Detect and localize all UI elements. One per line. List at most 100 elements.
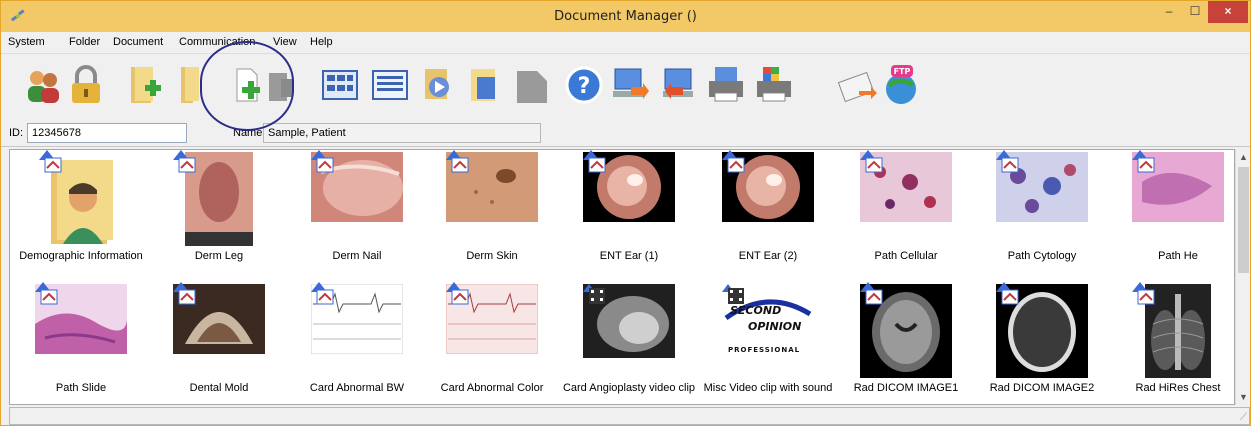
scroll-thumb[interactable] bbox=[1238, 167, 1249, 273]
image-badge-icon bbox=[992, 280, 1022, 306]
gray-shape-icon[interactable] bbox=[511, 63, 553, 107]
document-caption: Rad HiRes Chest bbox=[1135, 382, 1221, 394]
title-bar[interactable]: Document Manager () – ☐ × bbox=[1, 1, 1250, 32]
document-caption: Derm Skin bbox=[466, 250, 518, 262]
document-caption: Path He bbox=[1158, 250, 1198, 262]
document-caption: Card Angioplasty video clip bbox=[562, 382, 696, 394]
add-document-icon[interactable] bbox=[227, 63, 269, 107]
menu-bar: System Folder Document Communication Vie… bbox=[1, 32, 1250, 54]
name-label: Name: bbox=[233, 127, 266, 139]
document-item[interactable]: ENT Ear (2) bbox=[698, 150, 838, 270]
document-item[interactable]: Rad DICOM IMAGE1 bbox=[836, 282, 976, 402]
image-badge-icon bbox=[856, 280, 886, 306]
menu-folder[interactable]: Folder bbox=[69, 36, 100, 48]
image-badge-icon bbox=[442, 280, 472, 306]
document-caption: Path Slide bbox=[55, 382, 107, 394]
minimize-button[interactable]: – bbox=[1156, 1, 1182, 23]
image-badge-icon bbox=[442, 150, 472, 174]
menu-system[interactable]: System bbox=[8, 36, 45, 48]
document-item[interactable]: Card Abnormal Color bbox=[422, 282, 562, 402]
add-folder-icon[interactable] bbox=[125, 63, 167, 107]
document-item[interactable]: Card Angioplasty video clip bbox=[559, 282, 699, 402]
ftp-icon[interactable]: FTP bbox=[881, 63, 923, 107]
patient-name-field: Sample, Patient bbox=[263, 123, 541, 143]
document-caption: Misc Video clip with sound bbox=[703, 382, 833, 394]
document-item[interactable]: Demographic Information bbox=[11, 150, 151, 270]
image-badge-icon bbox=[1128, 280, 1158, 306]
document-caption: Derm Nail bbox=[332, 250, 382, 262]
document-item[interactable]: Derm Nail bbox=[287, 150, 427, 270]
document-item[interactable]: ENT Ear (1) bbox=[559, 150, 699, 270]
image-badge-icon bbox=[35, 150, 65, 174]
svg-text:?: ? bbox=[578, 74, 591, 99]
scroll-up-arrow[interactable]: ▲ bbox=[1236, 149, 1251, 165]
document-caption: Demographic Information bbox=[19, 250, 143, 262]
send-icon[interactable] bbox=[609, 63, 651, 107]
print-color-icon[interactable] bbox=[753, 63, 795, 107]
document-caption: Path Cellular bbox=[874, 250, 938, 262]
list-view-icon[interactable] bbox=[369, 63, 411, 107]
document-caption: Card Abnormal Color bbox=[440, 382, 544, 394]
document-gray-icon[interactable] bbox=[265, 63, 307, 107]
menu-help[interactable]: Help bbox=[310, 36, 333, 48]
svg-text:FTP: FTP bbox=[894, 67, 911, 76]
document-item[interactable]: Path Cellular bbox=[836, 150, 976, 270]
image-badge-icon bbox=[1128, 150, 1158, 174]
help-icon[interactable]: ? bbox=[563, 63, 605, 107]
close-button[interactable]: × bbox=[1208, 1, 1248, 23]
document-item[interactable]: Card Abnormal BW bbox=[287, 282, 427, 402]
window-title: Document Manager () bbox=[554, 9, 697, 24]
import-icon[interactable] bbox=[417, 63, 459, 107]
users-icon[interactable] bbox=[23, 63, 65, 107]
id-label: ID: bbox=[9, 127, 24, 139]
image-badge-icon bbox=[169, 280, 199, 306]
document-item[interactable]: Path Slide bbox=[11, 282, 151, 402]
scroll-down-arrow[interactable]: ▼ bbox=[1236, 389, 1251, 405]
resize-grip-icon[interactable]: ⟋ bbox=[1240, 412, 1247, 423]
document-item[interactable]: Rad HiRes Chest bbox=[1108, 280, 1234, 402]
document-caption: Card Abnormal BW bbox=[309, 382, 405, 394]
document-caption: Dental Mold bbox=[189, 382, 249, 394]
thumbnail-view-icon[interactable] bbox=[319, 63, 361, 107]
document-caption: ENT Ear (2) bbox=[738, 250, 798, 262]
document-caption: Rad DICOM IMAGE1 bbox=[853, 382, 959, 394]
document-caption: ENT Ear (1) bbox=[599, 250, 659, 262]
status-bar: ⟋ bbox=[9, 407, 1250, 425]
email-icon[interactable] bbox=[837, 63, 879, 107]
document-grid: Demographic Information Derm Leg Derm Nail… bbox=[9, 149, 1235, 405]
document-item[interactable]: Dental Mold bbox=[149, 282, 289, 402]
document-item[interactable]: Path Cytology bbox=[972, 150, 1112, 270]
document-caption: Path Cytology bbox=[1007, 250, 1077, 262]
folder-icon[interactable] bbox=[173, 63, 215, 107]
receive-icon[interactable] bbox=[657, 63, 699, 107]
maximize-button[interactable]: ☐ bbox=[1182, 1, 1208, 23]
video-badge-icon bbox=[579, 280, 609, 306]
image-badge-icon bbox=[307, 150, 337, 174]
menu-view[interactable]: View bbox=[273, 36, 297, 48]
image-badge-icon bbox=[992, 150, 1022, 174]
image-badge-icon bbox=[579, 150, 609, 174]
document-item[interactable]: Derm Leg bbox=[149, 150, 289, 270]
document-item[interactable]: Rad DICOM IMAGE2 bbox=[972, 282, 1112, 402]
patient-id-field[interactable]: 12345678 bbox=[27, 123, 187, 143]
document-manager-window: Document Manager () – ☐ × System Folder … bbox=[0, 0, 1251, 426]
document-item[interactable]: SECOND OPINION PROFESSIONAL Misc Video clip… bbox=[698, 282, 838, 402]
lock-icon[interactable] bbox=[65, 63, 107, 107]
toolbar: ? FTP bbox=[1, 55, 1250, 121]
document-item[interactable]: Derm Skin bbox=[422, 150, 562, 270]
image-badge-icon bbox=[718, 150, 748, 174]
image-badge-icon bbox=[31, 280, 61, 306]
menu-document[interactable]: Document bbox=[113, 36, 163, 48]
document-caption: Derm Leg bbox=[194, 250, 244, 262]
document-item[interactable]: Path He bbox=[1108, 150, 1234, 270]
print-icon[interactable] bbox=[705, 63, 747, 107]
export-icon[interactable] bbox=[463, 63, 505, 107]
image-badge-icon bbox=[856, 150, 886, 174]
image-badge-icon bbox=[307, 280, 337, 306]
vertical-scrollbar[interactable]: ▲ ▼ bbox=[1235, 149, 1250, 405]
svg-text:OPINION: OPINION bbox=[748, 320, 801, 333]
patient-bar: ID: 12345678 Name: Sample, Patient bbox=[1, 121, 1250, 147]
document-caption: Rad DICOM IMAGE2 bbox=[989, 382, 1095, 394]
menu-communication[interactable]: Communication bbox=[179, 36, 255, 48]
video-badge-icon bbox=[718, 280, 748, 306]
